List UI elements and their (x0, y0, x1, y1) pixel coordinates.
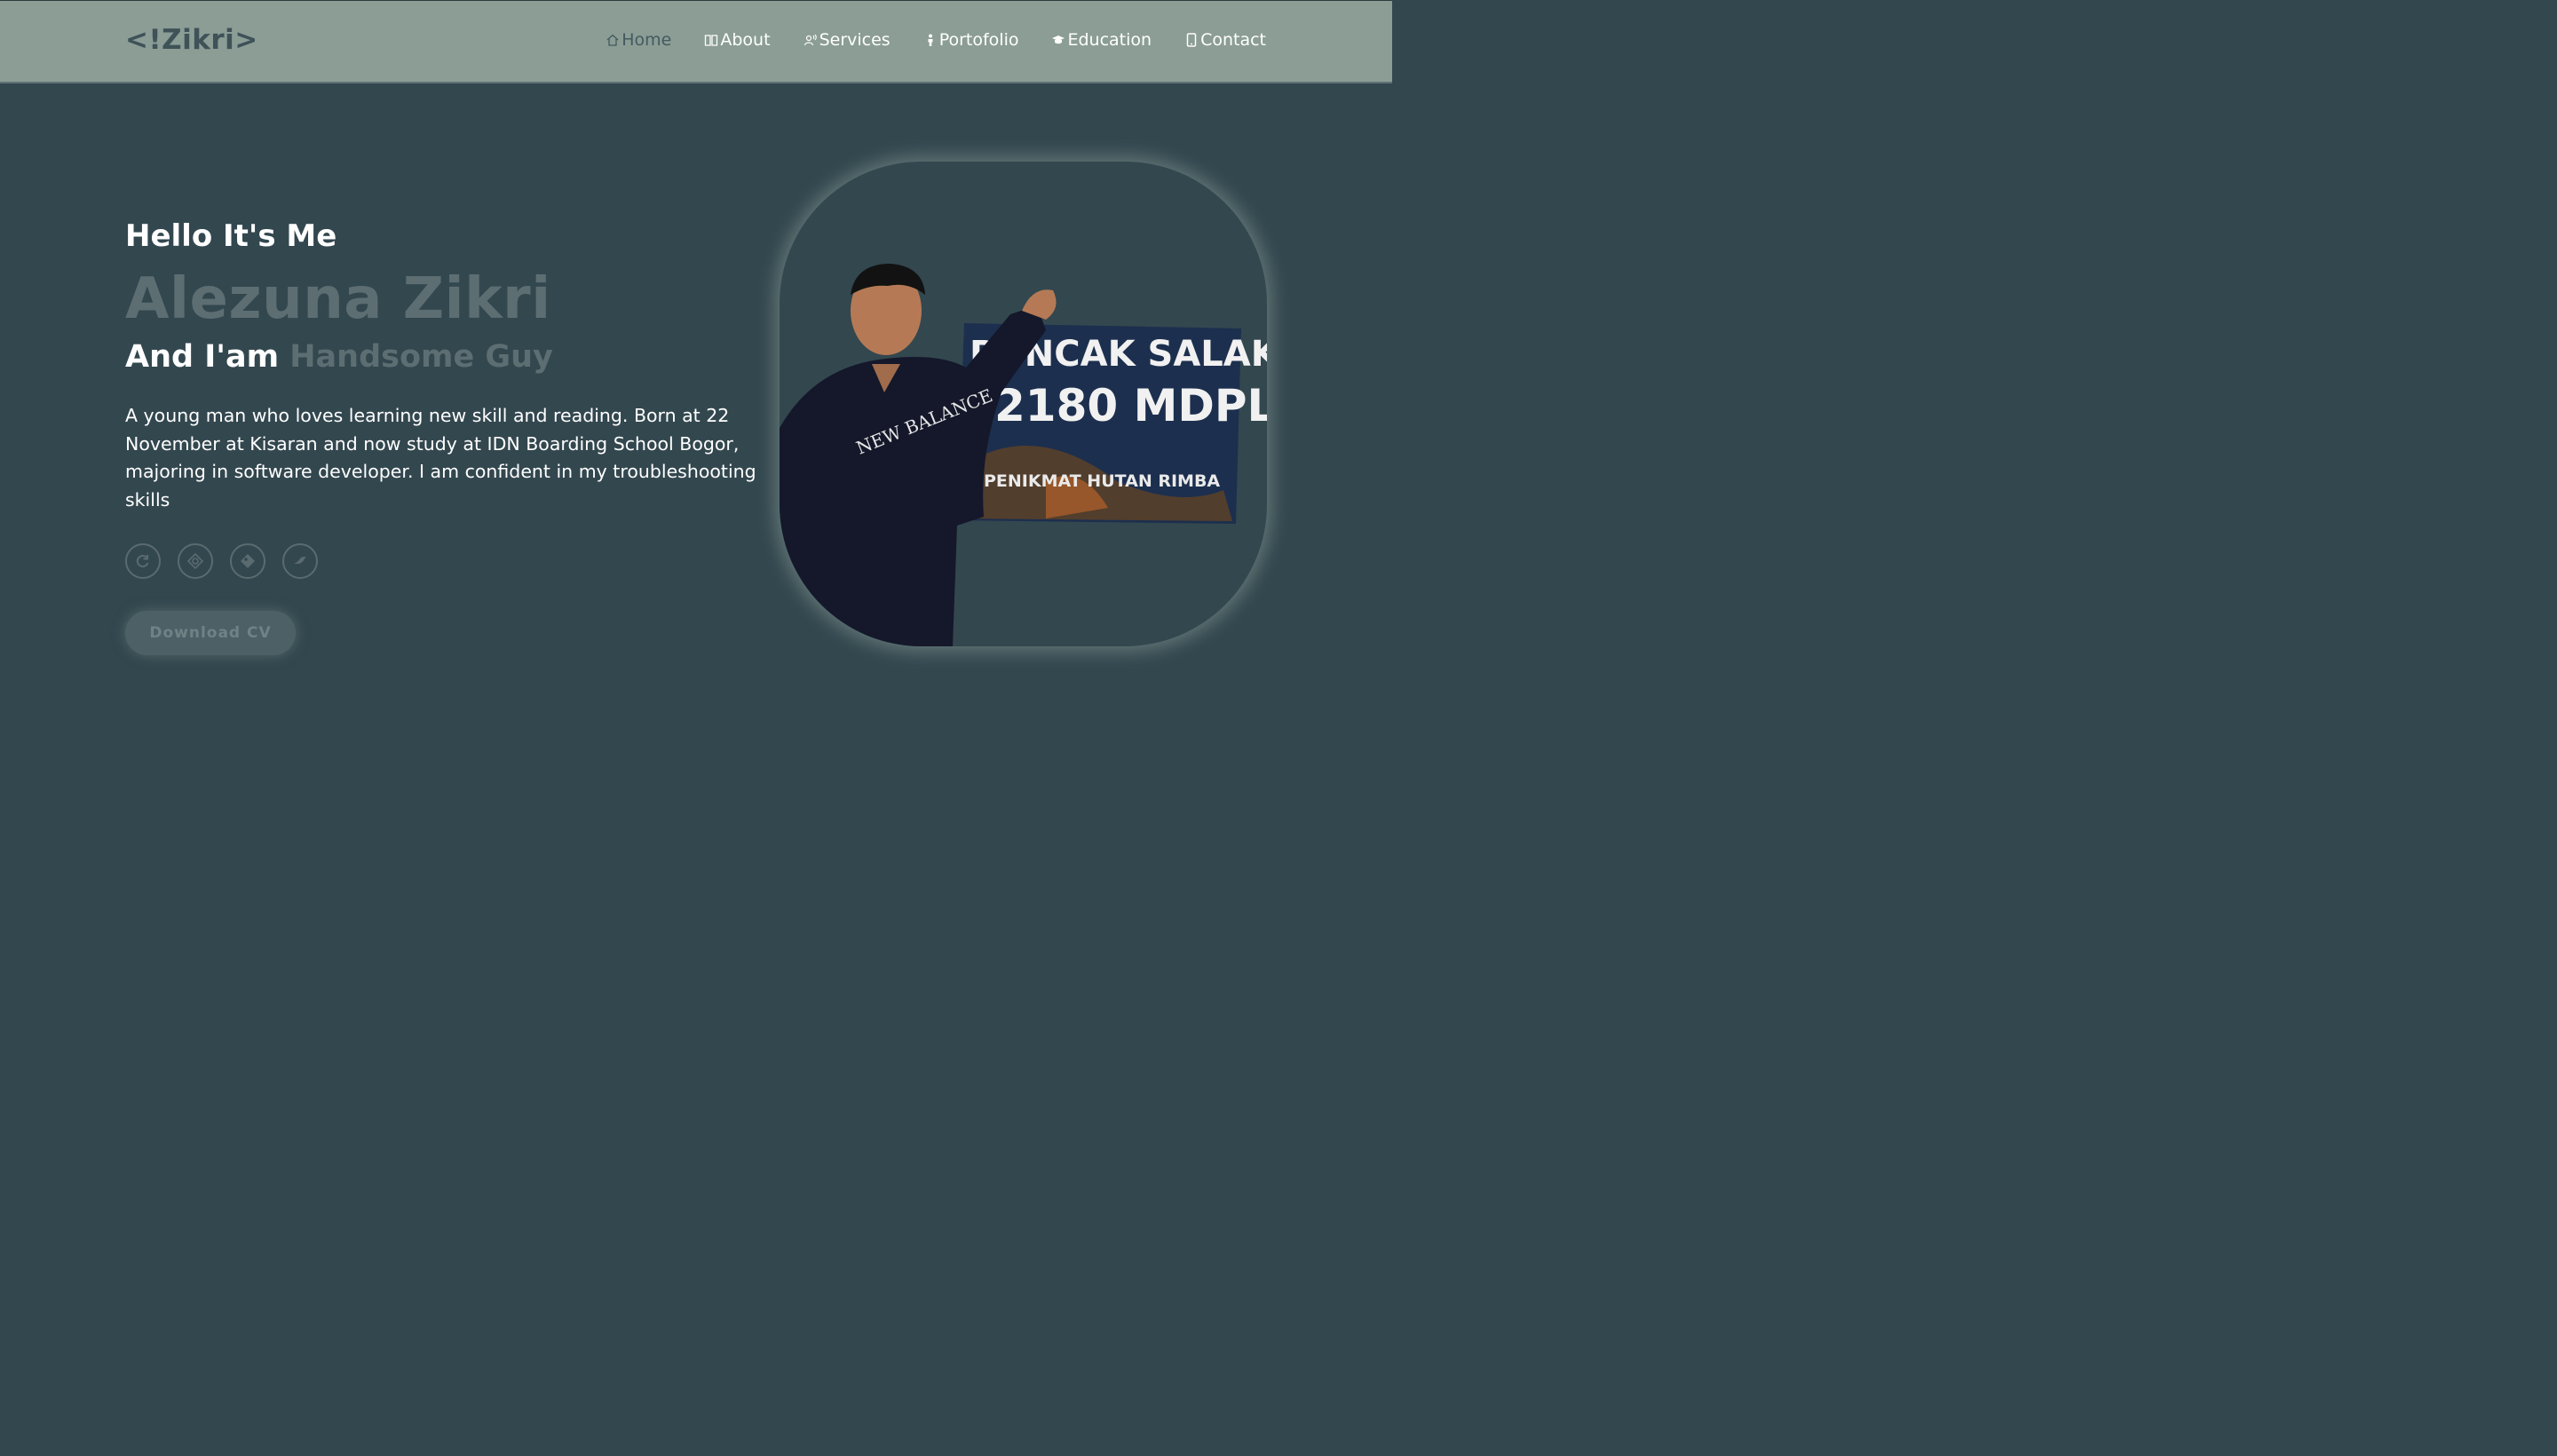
bird-icon (294, 557, 306, 564)
nav-services[interactable]: Services (804, 30, 891, 50)
phone-icon (1186, 33, 1197, 47)
sign-line-2: 2180 MDPL (994, 380, 1267, 431)
nav-about[interactable]: About (704, 30, 771, 50)
nav-home-label: Home (621, 30, 672, 50)
social-link-target[interactable] (178, 543, 213, 579)
social-link-refresh[interactable] (125, 543, 161, 579)
tag-icon (241, 554, 255, 568)
person-icon (928, 34, 933, 46)
social-links (125, 543, 335, 579)
navbar: <!Zikri> Home About Services Portofolio … (0, 1, 1392, 83)
nav-education[interactable]: Education (1051, 30, 1152, 50)
nav-portofolio[interactable]: Portofolio (923, 30, 1019, 50)
nav-contact-label: Contact (1200, 30, 1266, 50)
home-icon (606, 34, 619, 46)
target-icon (186, 552, 204, 570)
refresh-icon (136, 555, 149, 568)
nav-education-label: Education (1067, 30, 1152, 50)
site-logo[interactable]: <!Zikri> (125, 24, 258, 56)
role-prefix: And I'am (125, 339, 280, 375)
hero-description: A young man who loves learning new skill… (125, 405, 756, 510)
sign-line-3: PENIKMAT HUTAN RIMBA (984, 471, 1220, 491)
social-link-bird[interactable] (282, 543, 318, 579)
profile-photo: PUNCAK SALAK II 2180 MDPL PENIKMAT HUTAN… (780, 162, 1267, 646)
person-voice-icon (804, 34, 817, 46)
nav-portofolio-label: Portofolio (938, 30, 1019, 50)
nav-about-label: About (720, 30, 771, 50)
nav-contact[interactable]: Contact (1184, 30, 1266, 50)
role-text: Handsome Guy (289, 339, 553, 375)
nav-services-label: Services (819, 30, 891, 50)
role-line: And I'am Handsome Guy (125, 339, 553, 375)
nav-home[interactable]: Home (606, 30, 671, 50)
hero-name: Alezuna Zikri (125, 266, 551, 332)
social-link-tag[interactable] (230, 543, 265, 579)
main-nav: Home About Services Portofolio Education… (573, 30, 1266, 50)
download-cv-button[interactable]: Download CV (125, 611, 296, 655)
greeting-heading: Hello It's Me (125, 218, 337, 254)
profile-photo-illustration: PUNCAK SALAK II 2180 MDPL PENIKMAT HUTAN… (780, 264, 1267, 646)
book-icon (705, 35, 718, 46)
graduation-cap-icon (1052, 36, 1065, 44)
